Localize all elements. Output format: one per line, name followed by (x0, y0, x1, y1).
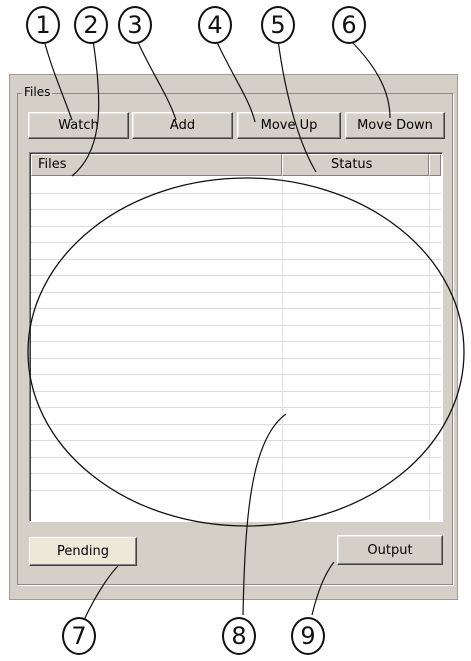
callout-6: 6 (332, 6, 366, 44)
move-down-button[interactable]: Move Down (345, 112, 445, 139)
watch-button[interactable]: Watch (28, 112, 129, 139)
files-list[interactable]: Files Status (29, 152, 443, 522)
list-row[interactable] (31, 194, 441, 210)
column-header-filler (429, 154, 441, 176)
column-divider (282, 177, 283, 520)
list-row[interactable] (31, 359, 441, 375)
list-row[interactable] (31, 474, 441, 491)
pending-button[interactable]: Pending (29, 537, 137, 566)
add-button[interactable]: Add (132, 112, 233, 139)
list-row[interactable] (31, 425, 441, 441)
list-row[interactable] (31, 260, 441, 276)
list-row[interactable] (31, 342, 441, 359)
callout-5: 5 (261, 6, 295, 44)
list-row[interactable] (31, 326, 441, 342)
callout-2: 2 (74, 6, 108, 44)
list-row[interactable] (31, 243, 441, 260)
list-row[interactable] (31, 375, 441, 392)
output-button[interactable]: Output (337, 535, 443, 565)
callout-1: 1 (26, 6, 60, 44)
list-row[interactable] (31, 441, 441, 458)
column-header-status[interactable]: Status (282, 154, 429, 176)
column-header-files[interactable]: Files (31, 154, 282, 176)
callout-4: 4 (198, 6, 232, 44)
list-row[interactable] (31, 177, 441, 194)
callout-7: 7 (62, 617, 96, 655)
callout-8: 8 (222, 617, 256, 655)
move-up-button[interactable]: Move Up (237, 112, 341, 139)
list-row[interactable] (31, 210, 441, 227)
list-row[interactable] (31, 458, 441, 474)
callout-9: 9 (291, 617, 325, 655)
list-row[interactable] (31, 392, 441, 408)
list-row[interactable] (31, 293, 441, 309)
column-divider (429, 177, 430, 520)
list-row[interactable] (31, 276, 441, 293)
groupbox-title: Files (22, 85, 53, 99)
list-row[interactable] (31, 309, 441, 326)
list-rows (31, 177, 441, 520)
callout-3: 3 (118, 6, 152, 44)
list-row[interactable] (31, 227, 441, 243)
list-row[interactable] (31, 408, 441, 425)
list-header: Files Status (31, 154, 441, 176)
